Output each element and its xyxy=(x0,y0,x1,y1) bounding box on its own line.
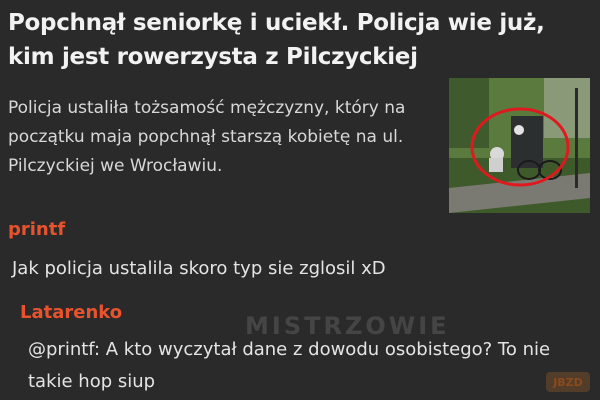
reply-text: @printf: A kto wyczytał dane z dowodu os… xyxy=(28,339,551,392)
comment-author[interactable]: printf xyxy=(8,219,65,240)
article-headline[interactable]: Popchnął seniorkę i uciekł. Policja wie … xyxy=(8,6,598,74)
logo-badge-icon: JBZD xyxy=(546,372,590,392)
reply-author[interactable]: Latarenko xyxy=(20,302,122,323)
article-thumbnail[interactable] xyxy=(449,78,590,213)
site-logo: JBZD xyxy=(544,368,592,397)
thumbnail-photo xyxy=(449,78,590,213)
article-summary: Policja ustaliła tożsamość mężczyzny, kt… xyxy=(8,98,406,176)
comment-text: Jak policja ustalila skoro typ sie zglos… xyxy=(12,258,386,279)
logo-text: JBZD xyxy=(552,376,583,389)
